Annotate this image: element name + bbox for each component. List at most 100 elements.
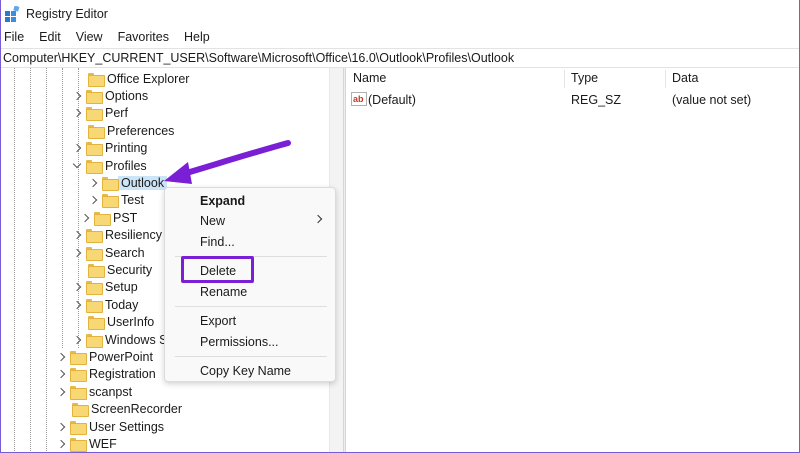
chevron-right-icon[interactable] bbox=[56, 422, 66, 432]
context-menu: Expand New Find... Delete Rename Export … bbox=[164, 187, 336, 382]
tree-node-label: UserInfo bbox=[107, 315, 155, 330]
folder-icon bbox=[88, 72, 105, 87]
no-expander bbox=[80, 74, 88, 84]
menu-file[interactable]: File bbox=[4, 30, 29, 44]
value-data: (value not set) bbox=[672, 93, 752, 107]
tree-node-label: Office Explorer bbox=[107, 71, 190, 86]
no-expander bbox=[80, 265, 88, 275]
chevron-right-icon[interactable] bbox=[72, 143, 82, 153]
menu-item-rename[interactable]: Rename bbox=[200, 285, 247, 299]
menu-item-find[interactable]: Find... bbox=[200, 235, 235, 249]
tree-node[interactable]: scanpst bbox=[56, 383, 132, 400]
tree-node[interactable]: UserInfo bbox=[80, 314, 154, 331]
tree-node-label: scanpst bbox=[89, 384, 133, 399]
registry-editor-icon bbox=[4, 5, 20, 22]
tree-node[interactable]: Options bbox=[72, 87, 148, 104]
column-name-header[interactable]: Name bbox=[353, 71, 386, 85]
chevron-down-icon[interactable] bbox=[72, 161, 82, 171]
tree-node[interactable]: WEF bbox=[56, 435, 117, 452]
tree-node[interactable]: PowerPoint bbox=[56, 348, 153, 365]
column-data-header[interactable]: Data bbox=[672, 71, 698, 85]
column-type-header[interactable]: Type bbox=[571, 71, 598, 85]
folder-icon bbox=[86, 298, 103, 313]
column-divider[interactable] bbox=[665, 70, 666, 88]
tree-node-label: Test bbox=[121, 193, 144, 208]
folder-icon bbox=[94, 211, 111, 226]
chevron-right-icon[interactable] bbox=[72, 230, 82, 240]
menu-item-export[interactable]: Export bbox=[200, 314, 236, 328]
tree-node[interactable]: Resiliency bbox=[72, 227, 162, 244]
string-value-icon: ab bbox=[351, 92, 367, 106]
tree-node-label: User Settings bbox=[89, 419, 165, 434]
tree-node-label: WEF bbox=[89, 436, 117, 451]
tree-guide-line bbox=[30, 68, 31, 453]
chevron-right-icon[interactable] bbox=[56, 387, 66, 397]
menu-item-permissions[interactable]: Permissions... bbox=[200, 335, 279, 349]
chevron-right-icon[interactable] bbox=[56, 369, 66, 379]
tree-node[interactable]: PST bbox=[80, 209, 137, 226]
tree-node-label: Outlook bbox=[118, 175, 168, 190]
tree-node-label: Setup bbox=[105, 280, 138, 295]
tree-node-label: Preferences bbox=[107, 123, 175, 138]
chevron-right-icon[interactable] bbox=[56, 352, 66, 362]
tree-node[interactable]: Security bbox=[80, 261, 152, 278]
chevron-right-icon[interactable] bbox=[88, 178, 98, 188]
values-list[interactable]: Name Type Data ab (Default) REG_SZ (valu… bbox=[346, 68, 800, 453]
tree-node[interactable]: Test bbox=[88, 192, 144, 209]
chevron-right-icon[interactable] bbox=[80, 213, 90, 223]
address-bar[interactable]: Computer\HKEY_CURRENT_USER\Software\Micr… bbox=[0, 48, 800, 68]
folder-icon bbox=[86, 229, 103, 244]
tree-node-label: Security bbox=[107, 262, 153, 277]
folder-icon bbox=[102, 194, 119, 209]
window-title: Registry Editor bbox=[26, 6, 108, 21]
tree-node[interactable]: Today bbox=[72, 296, 138, 313]
no-expander bbox=[64, 404, 72, 414]
folder-icon bbox=[86, 281, 103, 296]
tree-node-label: PST bbox=[113, 210, 138, 225]
tree-node[interactable]: ScreenRecorder bbox=[64, 401, 182, 418]
chevron-right-icon[interactable] bbox=[72, 282, 82, 292]
folder-icon bbox=[88, 124, 105, 139]
menu-item-new[interactable]: New bbox=[200, 214, 225, 228]
chevron-right-icon[interactable] bbox=[72, 335, 82, 345]
menu-edit[interactable]: Edit bbox=[39, 30, 66, 44]
tree-node[interactable]: Registration bbox=[56, 366, 156, 383]
chevron-right-icon[interactable] bbox=[72, 300, 82, 310]
no-expander bbox=[80, 126, 88, 136]
chevron-right-icon[interactable] bbox=[56, 439, 66, 449]
chevron-right-icon[interactable] bbox=[72, 108, 82, 118]
value-name[interactable]: (Default) bbox=[368, 93, 416, 107]
tree-node-label: Printing bbox=[105, 141, 148, 156]
tree-node-label: Windows S bbox=[105, 332, 168, 347]
menu-item-copy-key-name[interactable]: Copy Key Name bbox=[200, 364, 291, 378]
menu-favorites[interactable]: Favorites bbox=[118, 30, 174, 44]
folder-icon bbox=[70, 437, 87, 452]
tree-node[interactable]: Printing bbox=[72, 140, 147, 157]
folder-icon bbox=[86, 159, 103, 174]
tree-node[interactable]: Windows S bbox=[72, 331, 168, 348]
menu-item-expand[interactable]: Expand bbox=[200, 194, 245, 208]
tree-guide-line bbox=[14, 68, 15, 453]
chevron-right-icon[interactable] bbox=[72, 248, 82, 258]
chevron-right-icon[interactable] bbox=[72, 91, 82, 101]
tree-node[interactable]: Profiles bbox=[72, 157, 147, 174]
tree-node-label: ScreenRecorder bbox=[91, 402, 183, 417]
tree-node[interactable]: User Settings bbox=[56, 418, 164, 435]
chevron-right-icon[interactable] bbox=[88, 195, 98, 205]
svg-text:ab: ab bbox=[353, 94, 364, 104]
tree-node[interactable]: Office Explorer bbox=[80, 70, 189, 87]
tree-node[interactable]: Preferences bbox=[80, 122, 174, 139]
column-divider[interactable] bbox=[564, 70, 565, 88]
value-type: REG_SZ bbox=[571, 93, 622, 107]
tree-node-label: Perf bbox=[105, 106, 128, 121]
tree-node[interactable]: Setup bbox=[72, 279, 138, 296]
tree-node[interactable]: Outlook bbox=[88, 174, 168, 191]
menu-help[interactable]: Help bbox=[184, 30, 215, 44]
menu-view[interactable]: View bbox=[76, 30, 108, 44]
tree-node-label: Resiliency bbox=[105, 228, 162, 243]
tree-node[interactable]: Perf bbox=[72, 105, 128, 122]
tree-node-label: Profiles bbox=[105, 158, 147, 173]
tree-node[interactable]: Search bbox=[72, 244, 145, 261]
delete-highlight-box bbox=[181, 256, 254, 283]
folder-icon bbox=[88, 263, 105, 278]
